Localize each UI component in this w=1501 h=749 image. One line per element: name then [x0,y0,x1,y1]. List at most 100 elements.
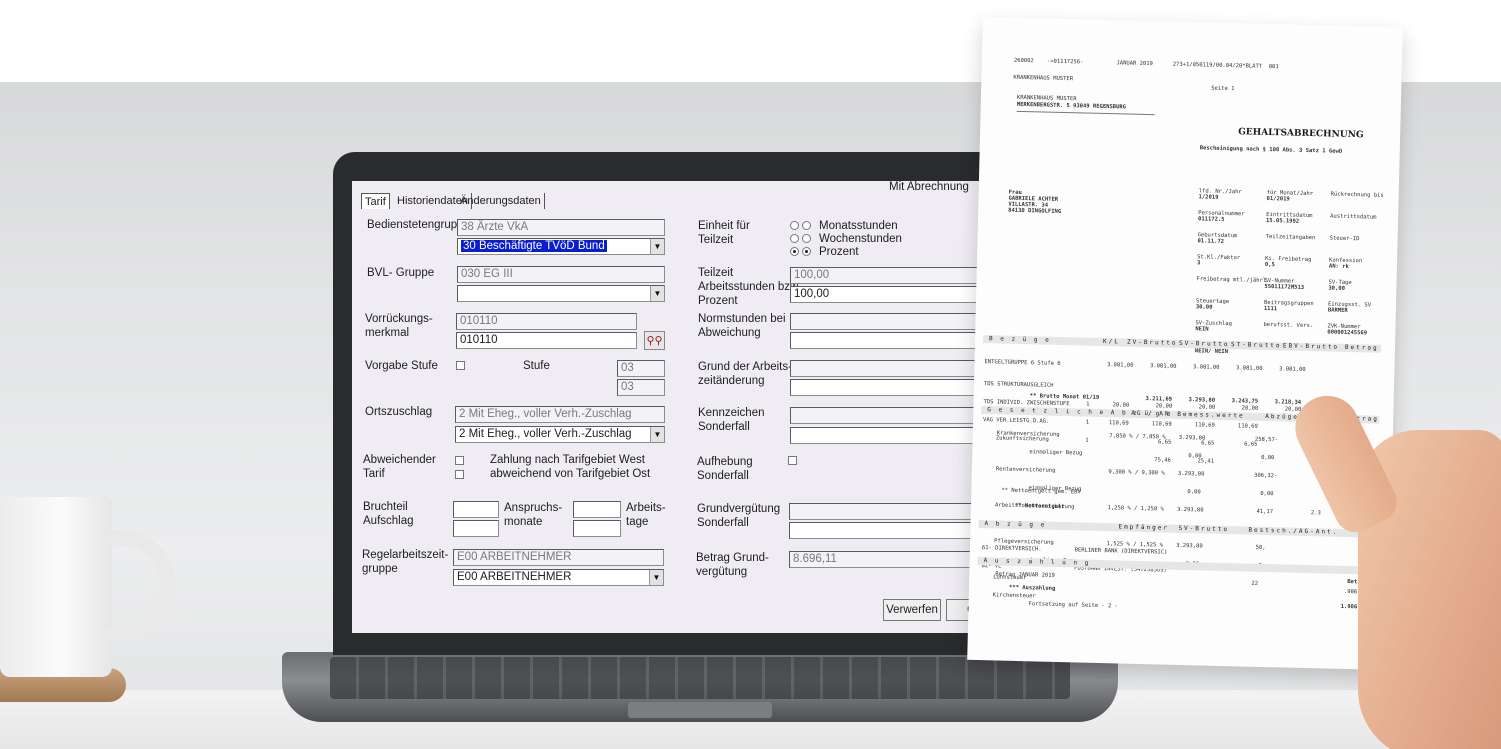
regelarbeitszeitgruppe-select[interactable]: E00 ARBEITNEHMER ▼ [453,569,664,586]
radio-prozent-a[interactable] [790,247,799,256]
kennzeichen-sonderfall-label: Kennzeichen Sonderfall [698,407,765,433]
wochenstunden-label: Wochenstunden [819,233,902,245]
col-ebv-brutto: EBV-Brutto [1282,342,1340,351]
payslip-info-cell: lfd. Nr./Jahr 1/2019 [1199,188,1242,201]
col-sv-brutto: SV-Brutto [1178,339,1230,349]
payslip-info-cell: ZVK-Nummer 000001245569 [1327,323,1367,336]
bedienstetengruppe-selected-value: 30 Beschäftigte TVöD Bund [461,240,607,252]
bruchteil-aufschlag-label: Bruchteil Aufschlag [363,501,414,527]
payslip-info-value: 0,5 [1264,261,1275,269]
payslip-info-value: NEIN [1195,326,1209,333]
tarifgebiet-west-checkbox[interactable] [455,456,464,465]
chevron-down-icon[interactable]: ▼ [650,427,664,442]
payslip-info-cell: Eintrittsdatum 15.05.1992 [1266,212,1313,225]
payslip-seite: Seite 1 [1211,85,1235,93]
tarifgebiet-ost-label: abweichend von Tarifgebiet Ost [490,468,651,480]
aufhebung-sonderfall-checkbox[interactable] [788,456,797,465]
payslip-info-label: berufsst. Vers. [1263,321,1314,330]
vorrueckungsmerkmal-input[interactable]: 010110 [456,332,637,349]
payslip-info-label: Teilzeitangaben [1265,233,1316,242]
grundverguetung-sonderfall-label: Grundvergütung Sonderfall [697,503,781,529]
payslip-info-cell: Steuertage 30,00 [1196,298,1229,311]
monatsstunden-label: Monatsstunden [819,220,898,232]
bruchteil-input-2[interactable] [453,520,499,537]
recipient-line: 84130 DINGOLFING [1008,207,1062,215]
anspruchsmonate-label: Anspruchs- monate [504,502,563,528]
radio-wochenstunden-b[interactable] [802,234,811,243]
bedienstetengruppe-select[interactable]: 30 Beschäftigte TVöD Bund ▼ [457,238,665,255]
verwerfen-button[interactable]: Verwerfen [883,599,941,621]
abweichender-tarif-label: Abweichender Tarif [363,454,436,480]
payslip-info-label: Steuer-ID [1329,235,1360,243]
vorrueckungsmerkmal-current: 010110 [456,313,637,330]
regelarbeitszeitgruppe-value: E00 ARBEITNEHMER [457,571,572,583]
bvl-gruppe-select[interactable]: ▼ [457,285,665,302]
vorrueckungsmerkmal-label: Vorrückungs- merkmal [365,313,433,339]
radio-prozent-b[interactable] [802,247,811,256]
tarifgebiet-ost-checkbox[interactable] [455,470,464,479]
payslip-info-value: 1/2019 [1198,194,1219,201]
grund-arbeitszeitaenderung-label: Grund der Arbeits- zeitänderung [698,361,792,387]
bvl-gruppe-label: BVL- Gruppe [367,267,435,279]
gesetzliche-row: einmaliger Bezug 0,00 0,00 [996,448,1275,462]
payslip-info-cell: Personalnummer 011172.5 [1198,210,1245,223]
bvl-gruppe-current: 030 EG III [457,266,665,283]
payslip-info-cell: Konfession AN: rk [1329,257,1362,270]
payslip-info-cell: Austrittsdatum [1330,214,1376,221]
radio-wochenstunden-a[interactable] [790,234,799,243]
photo-stage: Mit Abrechnung Tarif Historiendaten Ände… [0,0,1501,749]
radio-monatsstunden-a[interactable] [790,221,799,230]
vorgabe-stufe-checkbox[interactable] [456,361,465,370]
payslip-info-cell: St.Kl./Faktor 3 [1197,254,1240,267]
tariff-form-window: Mit Abrechnung Tarif Historiendaten Ände… [352,181,1012,633]
payslip-info-cell: Teilzeitangaben [1266,234,1316,241]
vorgabe-stufe-label: Vorgabe Stufe [365,360,438,372]
tab-tarif[interactable]: Tarif [361,193,390,209]
payslip-info-cell: Freibetrag mtl./jährl. [1196,276,1269,284]
payslip-info-cell: SV-Nummer 55011172M513 [1264,278,1304,291]
gesetzliche-row: Rentenversicherung 9,300 % / 9,300 % 3.2… [995,466,1278,480]
chevron-down-icon[interactable]: ▼ [650,286,664,301]
payslip-title: GEHALTSABRECHNUNG [1238,127,1364,141]
payslip-info-value: 55011172M513 [1264,283,1305,291]
ortszuschlag-select[interactable]: 2 Mit Eheg., voller Verh.-Zuschlag ▼ [455,426,665,443]
bezuege-row: ENTGELTGRUPPE 6 Stufe 6 3.081,00 3.081,0… [984,359,1306,373]
col-ag-an: AG / AN [1131,409,1171,418]
payslip-info-value: 011172.5 [1197,216,1225,223]
ortszuschlag-value: 2 Mit Eheg., voller Verh.-Zuschlag [459,428,632,440]
prozent-label: Prozent [819,246,859,258]
payslip-subtitle: Bescheinigung nach § 108 Abs. 3 Satz 1 G… [1199,145,1343,155]
payslip-info-cell: Einzugsst. SV BARMER [1328,301,1371,314]
regelarbeitszeitgruppe-current: E00 ARBEITNEHMER [453,549,664,566]
payslip-info-label: St.Kl./Faktor [1197,254,1241,262]
binoculars-icon[interactable]: ⚲⚲ [644,331,665,350]
payslip-info-cell: SV-Tage 30,00 [1328,279,1351,292]
payslip-info-label: Freibetrag mtl./jährl. [1196,276,1270,285]
chevron-down-icon[interactable]: ▼ [649,570,663,585]
payslip-info-value: AN: rk [1328,263,1349,270]
col-kl: K/L [1102,337,1120,346]
tarifgebiet-west-label: Zahlung nach Tarifgebiet West [490,454,645,466]
payslip-info-value: 30,00 [1195,304,1213,311]
payslip-info-value: 15.05.1992 [1265,217,1300,225]
tab-aenderungsdaten[interactable]: Änderungsdaten [457,193,545,209]
aufhebung-sonderfall-label: Aufhebung Sonderfall [697,456,753,482]
payslip-info-cell: Rückrechnung bis [1331,192,1384,199]
laptop-trackpad [628,702,772,718]
bezuege-title: B e z ü g e [988,335,1051,344]
regelarbeitszeitgruppe-label: Regelarbeitszeit- gruppe [362,549,449,575]
stufe-input[interactable]: 03 [617,379,665,396]
ortszuschlag-current: 2 Mit Eheg., voller Verh.-Zuschlag [455,406,665,423]
abzuege-row: 61- DIREKTVERSICH. BERLINER BANK (DIREKT… [981,545,1168,556]
bruchteil-input-1[interactable] [453,501,499,518]
bedienstetengruppe-label: Bedienstetengruppe [367,219,470,231]
arbeitstage-input[interactable] [573,520,621,537]
radio-monatsstunden-b[interactable] [802,221,811,230]
anspruchsmonate-input[interactable] [573,501,621,518]
nettoentgelt-value: 2.3 [1310,510,1321,517]
payslip-address-rule [1016,110,1155,116]
payslip-info-value: 000001245569 [1327,329,1368,337]
col-empfaenger: Empfänger [1118,523,1170,532]
chevron-down-icon[interactable]: ▼ [650,239,664,254]
payslip-address-2: MERKENBERGSTR. 5 93049 REGENSBURG [1016,101,1127,111]
